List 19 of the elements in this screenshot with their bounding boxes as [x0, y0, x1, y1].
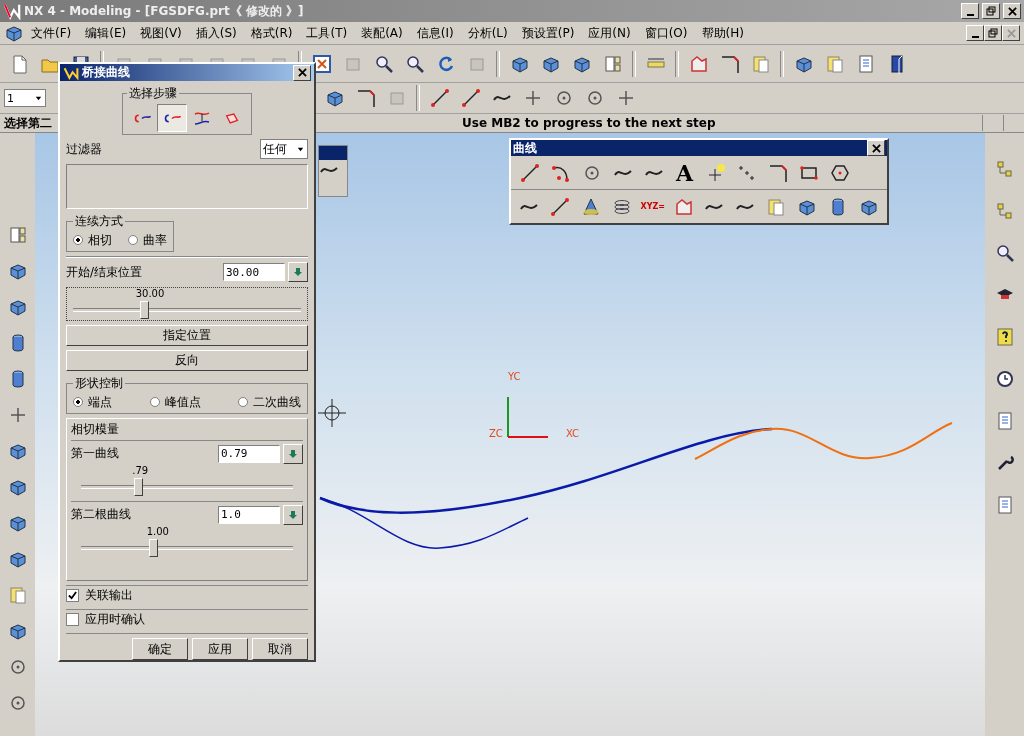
- axis-label: ZC: [489, 428, 503, 439]
- slider-reading: 30.00: [135, 287, 165, 299]
- toolbar-title: 曲线: [513, 139, 537, 157]
- field-label: 开始/结束位置: [66, 263, 143, 281]
- status-message: Use MB2 to progress to the next step: [462, 116, 716, 130]
- axis-label: YC: [508, 371, 521, 382]
- slider-reading: 1.00: [146, 525, 169, 537]
- group-label: 形状控制: [74, 374, 124, 392]
- dialog-title: 桥接曲线: [82, 64, 130, 81]
- slider-reading: .79: [132, 464, 149, 476]
- field-label: 过滤器: [66, 140, 102, 158]
- field-label: 第一曲线: [71, 445, 119, 463]
- field-label: 第二根曲线: [71, 506, 131, 524]
- status-prompt: 选择第二: [3, 114, 52, 132]
- axis-label: XC: [566, 428, 580, 439]
- section-label: 相切模量: [71, 420, 120, 438]
- group-label: 选择步骤: [128, 85, 178, 102]
- window-title: NX 4 - Modeling - [FGSDFG.prt《 修改的 》]: [24, 2, 304, 20]
- group-label: 连续方式: [74, 212, 124, 230]
